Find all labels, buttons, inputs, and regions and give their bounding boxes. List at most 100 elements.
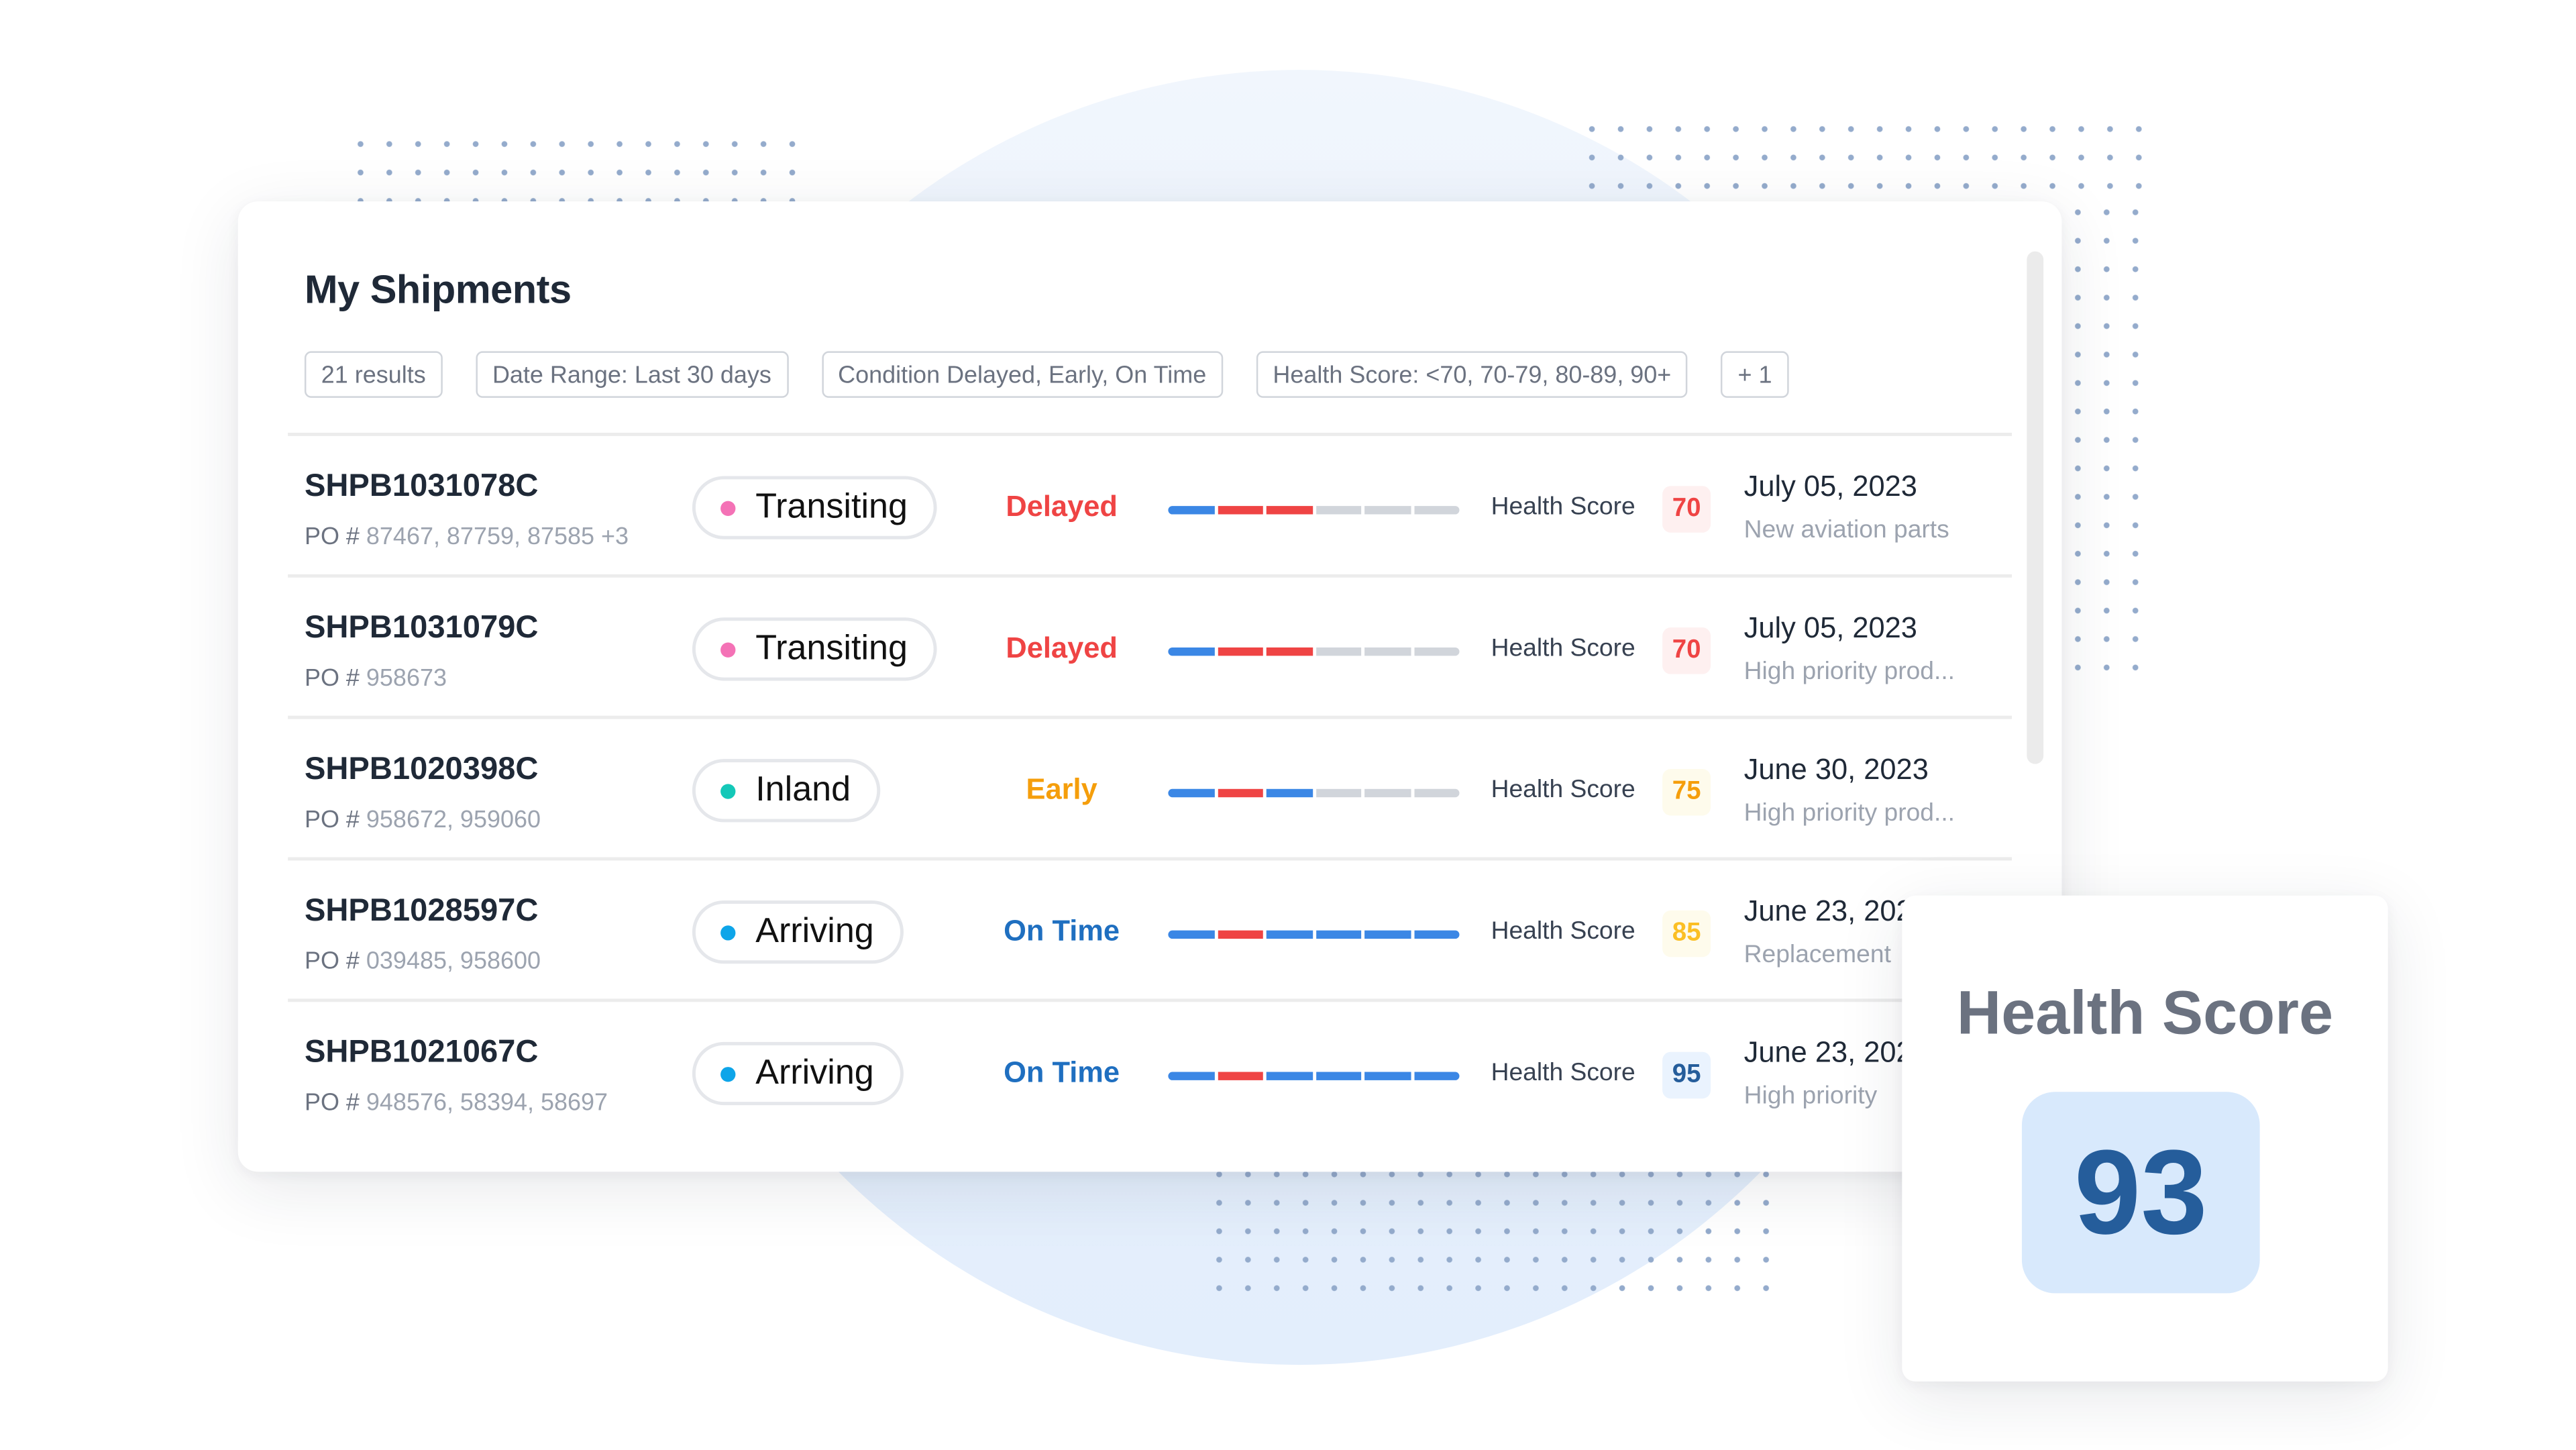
health-bar-segment bbox=[1168, 506, 1214, 515]
health-score-popup: Health Score 93 bbox=[1902, 895, 2388, 1382]
filter-chips: 21 results Date Range: Last 30 days Cond… bbox=[304, 351, 1789, 398]
health-score-label: Health Score bbox=[1491, 917, 1635, 945]
po-numbers: PO # 039485, 958600 bbox=[305, 949, 541, 976]
health-bar-segment bbox=[1315, 930, 1362, 939]
health-bar-segment bbox=[1315, 506, 1362, 515]
health-bar-segment bbox=[1168, 647, 1214, 656]
health-bar-segment bbox=[1364, 930, 1411, 939]
health-bar-segment bbox=[1266, 1072, 1312, 1080]
shipment-date: July 05, 2023 bbox=[1743, 611, 1917, 644]
status-dot-icon bbox=[720, 641, 736, 657]
health-bar-segment bbox=[1364, 506, 1411, 515]
condition-label: On Time bbox=[1004, 1055, 1120, 1089]
health-bar-segment bbox=[1168, 1072, 1214, 1080]
stage: My Shipments 21 results Date Range: Last… bbox=[0, 0, 2576, 1450]
shipment-description: New aviation parts bbox=[1743, 515, 1949, 545]
health-bar-segment bbox=[1266, 930, 1312, 939]
shipment-id[interactable]: SHPB1021067C bbox=[305, 1035, 538, 1072]
shipment-row[interactable]: SHPB1031078C PO # 87467, 87759, 87585 +3… bbox=[288, 432, 2012, 574]
health-bar-segment bbox=[1217, 788, 1263, 798]
date-range-filter-chip[interactable]: Date Range: Last 30 days bbox=[476, 351, 788, 398]
page-title: My Shipments bbox=[304, 268, 572, 313]
health-score-popup-value: 93 bbox=[2021, 1092, 2260, 1294]
status-badge: Arriving bbox=[692, 1041, 904, 1106]
shipment-date: June 23, 2023 bbox=[1743, 894, 1929, 927]
shipment-row[interactable]: SHPB1028597C PO # 039485, 958600 Arrivin… bbox=[288, 857, 2012, 999]
more-filters-chip[interactable]: + 1 bbox=[1721, 351, 1789, 398]
health-score-badge: 70 bbox=[1662, 486, 1711, 533]
health-bar-segment bbox=[1413, 1072, 1460, 1080]
condition-label: Early bbox=[1026, 772, 1097, 806]
status-label: Transiting bbox=[755, 629, 908, 668]
decorative-dot-grid bbox=[1577, 115, 2152, 199]
shipment-id[interactable]: SHPB1028597C bbox=[305, 894, 538, 931]
health-score-bar bbox=[1168, 647, 1460, 656]
po-values: 958673 bbox=[366, 666, 447, 692]
shipment-id[interactable]: SHPB1020398C bbox=[305, 752, 538, 789]
status-label: Arriving bbox=[755, 912, 874, 951]
po-values: 958672, 959060 bbox=[366, 807, 541, 834]
shipment-date: June 30, 2023 bbox=[1743, 752, 1929, 786]
shipment-description: High priority bbox=[1743, 1082, 1878, 1110]
health-bar-segment bbox=[1315, 1072, 1362, 1080]
health-bar-segment bbox=[1315, 788, 1362, 798]
decorative-dot-grid bbox=[2063, 198, 2152, 681]
po-label: PO # bbox=[304, 524, 360, 552]
shipment-row[interactable]: SHPB1020398C PO # 958672, 959060 Inland … bbox=[288, 715, 2012, 858]
status-label: Arriving bbox=[755, 1053, 874, 1092]
health-score-badge: 75 bbox=[1662, 769, 1711, 816]
status-dot-icon bbox=[720, 783, 736, 798]
status-label: Transiting bbox=[755, 487, 908, 526]
shipment-description: High priority prod... bbox=[1743, 657, 1955, 686]
shipment-id[interactable]: SHPB1031079C bbox=[305, 611, 538, 648]
shipments-panel: My Shipments 21 results Date Range: Last… bbox=[237, 201, 2062, 1172]
po-label: PO # bbox=[304, 948, 360, 976]
health-bar-segment bbox=[1413, 647, 1460, 656]
health-score-bar bbox=[1168, 506, 1460, 515]
shipment-description: High priority prod... bbox=[1743, 798, 1955, 827]
health-bar-segment bbox=[1217, 930, 1263, 939]
po-numbers: PO # 958672, 959060 bbox=[305, 807, 541, 834]
shipment-date: June 23, 2023 bbox=[1743, 1035, 1929, 1069]
health-score-badge: 95 bbox=[1662, 1051, 1711, 1099]
health-score-badge: 70 bbox=[1662, 627, 1711, 674]
po-numbers: PO # 958673 bbox=[305, 666, 447, 692]
status-dot-icon bbox=[720, 1066, 736, 1082]
po-values: 039485, 958600 bbox=[366, 948, 541, 976]
health-score-label: Health Score bbox=[1491, 775, 1635, 805]
po-values: 87467, 87759, 87585 +3 bbox=[366, 524, 629, 552]
health-bar-segment bbox=[1413, 788, 1460, 798]
status-badge: Arriving bbox=[692, 900, 904, 964]
health-score-badge: 85 bbox=[1662, 910, 1711, 957]
po-label: PO # bbox=[304, 1090, 360, 1117]
po-numbers: PO # 948576, 58394, 58697 bbox=[305, 1090, 608, 1117]
health-bar-segment bbox=[1413, 506, 1460, 515]
po-numbers: PO # 87467, 87759, 87585 +3 bbox=[305, 524, 629, 551]
health-bar-segment bbox=[1217, 647, 1263, 656]
health-score-bar bbox=[1168, 930, 1460, 939]
status-badge: Transiting bbox=[692, 476, 938, 539]
shipment-id[interactable]: SHPB1031078C bbox=[305, 470, 538, 507]
shipment-row[interactable]: SHPB1031079C PO # 958673 Transiting Dela… bbox=[288, 574, 2012, 716]
shipment-row[interactable]: SHPB1021067C PO # 948576, 58394, 58697 A… bbox=[288, 998, 2012, 1140]
po-label: PO # bbox=[304, 666, 360, 692]
status-badge: Inland bbox=[692, 759, 881, 823]
health-bar-segment bbox=[1168, 788, 1214, 798]
shipment-description: Replacement bbox=[1743, 940, 1891, 969]
po-values: 948576, 58394, 58697 bbox=[366, 1090, 608, 1117]
health-bar-segment bbox=[1364, 1072, 1411, 1080]
health-bar-segment bbox=[1315, 647, 1362, 656]
status-dot-icon bbox=[720, 924, 736, 940]
health-score-filter-chip[interactable]: Health Score: <70, 70-79, 80-89, 90+ bbox=[1256, 351, 1688, 398]
health-bar-segment bbox=[1168, 930, 1214, 939]
condition-label: Delayed bbox=[1006, 631, 1118, 664]
health-score-label: Health Score bbox=[1491, 634, 1635, 663]
health-score-bar bbox=[1168, 1072, 1460, 1080]
condition-filter-chip[interactable]: Condition Delayed, Early, On Time bbox=[821, 351, 1224, 398]
decorative-dot-grid bbox=[1204, 1159, 1779, 1294]
scrollbar[interactable] bbox=[2027, 251, 2044, 764]
status-label: Inland bbox=[755, 770, 851, 809]
results-count-chip[interactable]: 21 results bbox=[304, 351, 443, 398]
status-badge: Transiting bbox=[692, 617, 938, 681]
po-label: PO # bbox=[304, 807, 360, 834]
